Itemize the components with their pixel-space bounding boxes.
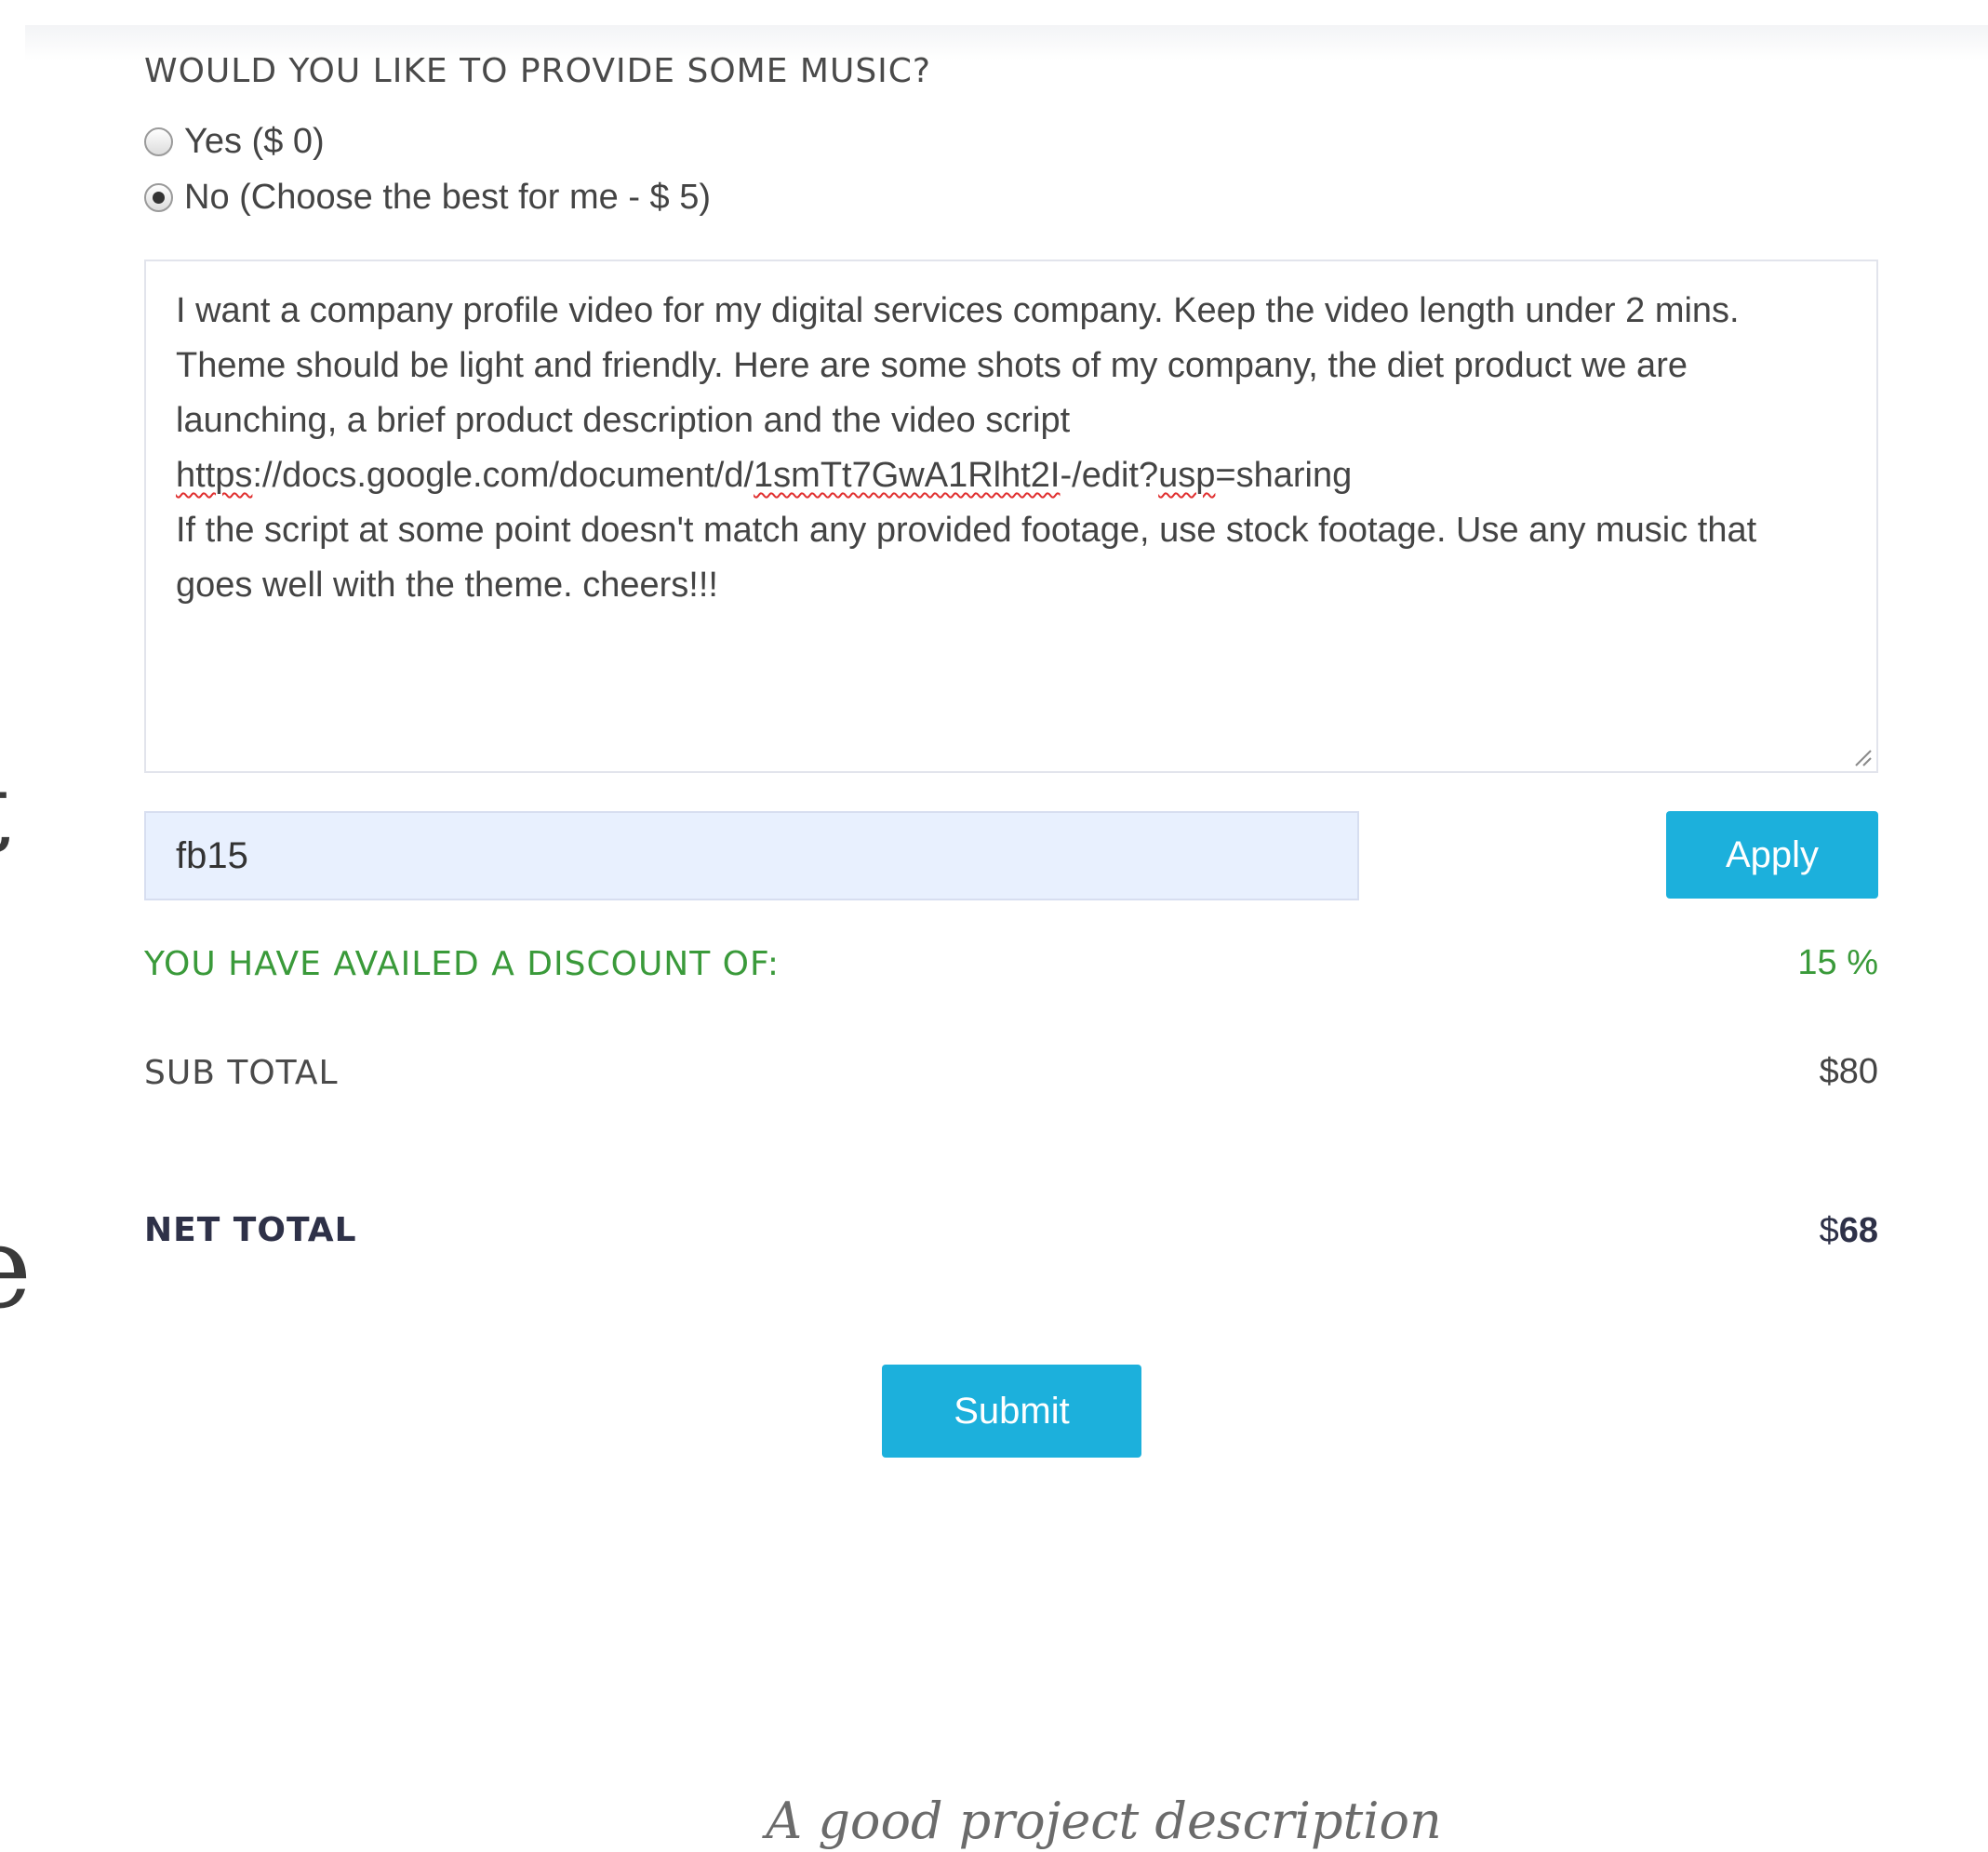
submit-button[interactable]: Submit xyxy=(882,1365,1141,1458)
coupon-code-value: fb15 xyxy=(176,834,248,876)
project-description-textarea[interactable]: I want a company profile video for my di… xyxy=(144,260,1878,773)
music-question-label: WOULD YOU LIKE TO PROVIDE SOME MUSIC? xyxy=(144,52,932,90)
radio-label-yes: Yes ($ 0) xyxy=(184,121,325,161)
discount-value: 15 % xyxy=(1797,943,1878,982)
radio-button-no[interactable] xyxy=(144,182,173,212)
image-caption: A good project description xyxy=(766,1792,1442,1850)
link-part-3: =sharing xyxy=(1215,456,1353,495)
apply-coupon-button[interactable]: Apply xyxy=(1666,811,1878,899)
description-line: launching, a brief product description a… xyxy=(176,401,1071,440)
cropped-background-letter: t xyxy=(0,755,10,869)
description-line: Theme should be light and friendly. Here… xyxy=(176,346,1688,385)
link-part-2: -/edit? xyxy=(1060,456,1159,495)
resize-grip-icon[interactable] xyxy=(1850,745,1873,767)
subtotal-label: SUB TOTAL xyxy=(144,1054,339,1092)
description-line: I want a company profile video for my di… xyxy=(176,291,1740,330)
radio-option-yes[interactable]: Yes ($ 0) xyxy=(144,117,325,166)
discount-label: YOU HAVE AVAILED A DISCOUNT OF: xyxy=(144,945,781,983)
link-part-1: ://docs.google.com/document/d/ xyxy=(252,456,754,495)
net-total-value: $68 xyxy=(1820,1211,1878,1251)
net-total-currency: $ xyxy=(1819,1211,1839,1250)
description-line: goes well with the theme. cheers!!! xyxy=(176,566,718,605)
description-line-link: https://docs.google.com/document/d/1smTt… xyxy=(176,448,1847,503)
description-line: If the script at some point doesn't matc… xyxy=(176,511,1757,550)
link-part-https: https xyxy=(176,456,253,495)
cropped-background-letter: e xyxy=(0,1211,32,1325)
radio-button-yes[interactable] xyxy=(144,127,173,156)
radio-option-no[interactable]: No (Choose the best for me - $ 5) xyxy=(144,173,711,221)
radio-label-no: No (Choose the best for me - $ 5) xyxy=(184,177,712,217)
link-part-id: 1smTt7GwA1Rlht2I xyxy=(754,456,1061,495)
subtotal-value: $80 xyxy=(1819,1052,1878,1091)
net-total-amount: 68 xyxy=(1838,1211,1878,1250)
coupon-code-input[interactable]: fb15 xyxy=(144,811,1359,900)
link-part-usp: usp xyxy=(1158,456,1216,495)
net-total-label: NET TOTAL xyxy=(144,1211,357,1249)
